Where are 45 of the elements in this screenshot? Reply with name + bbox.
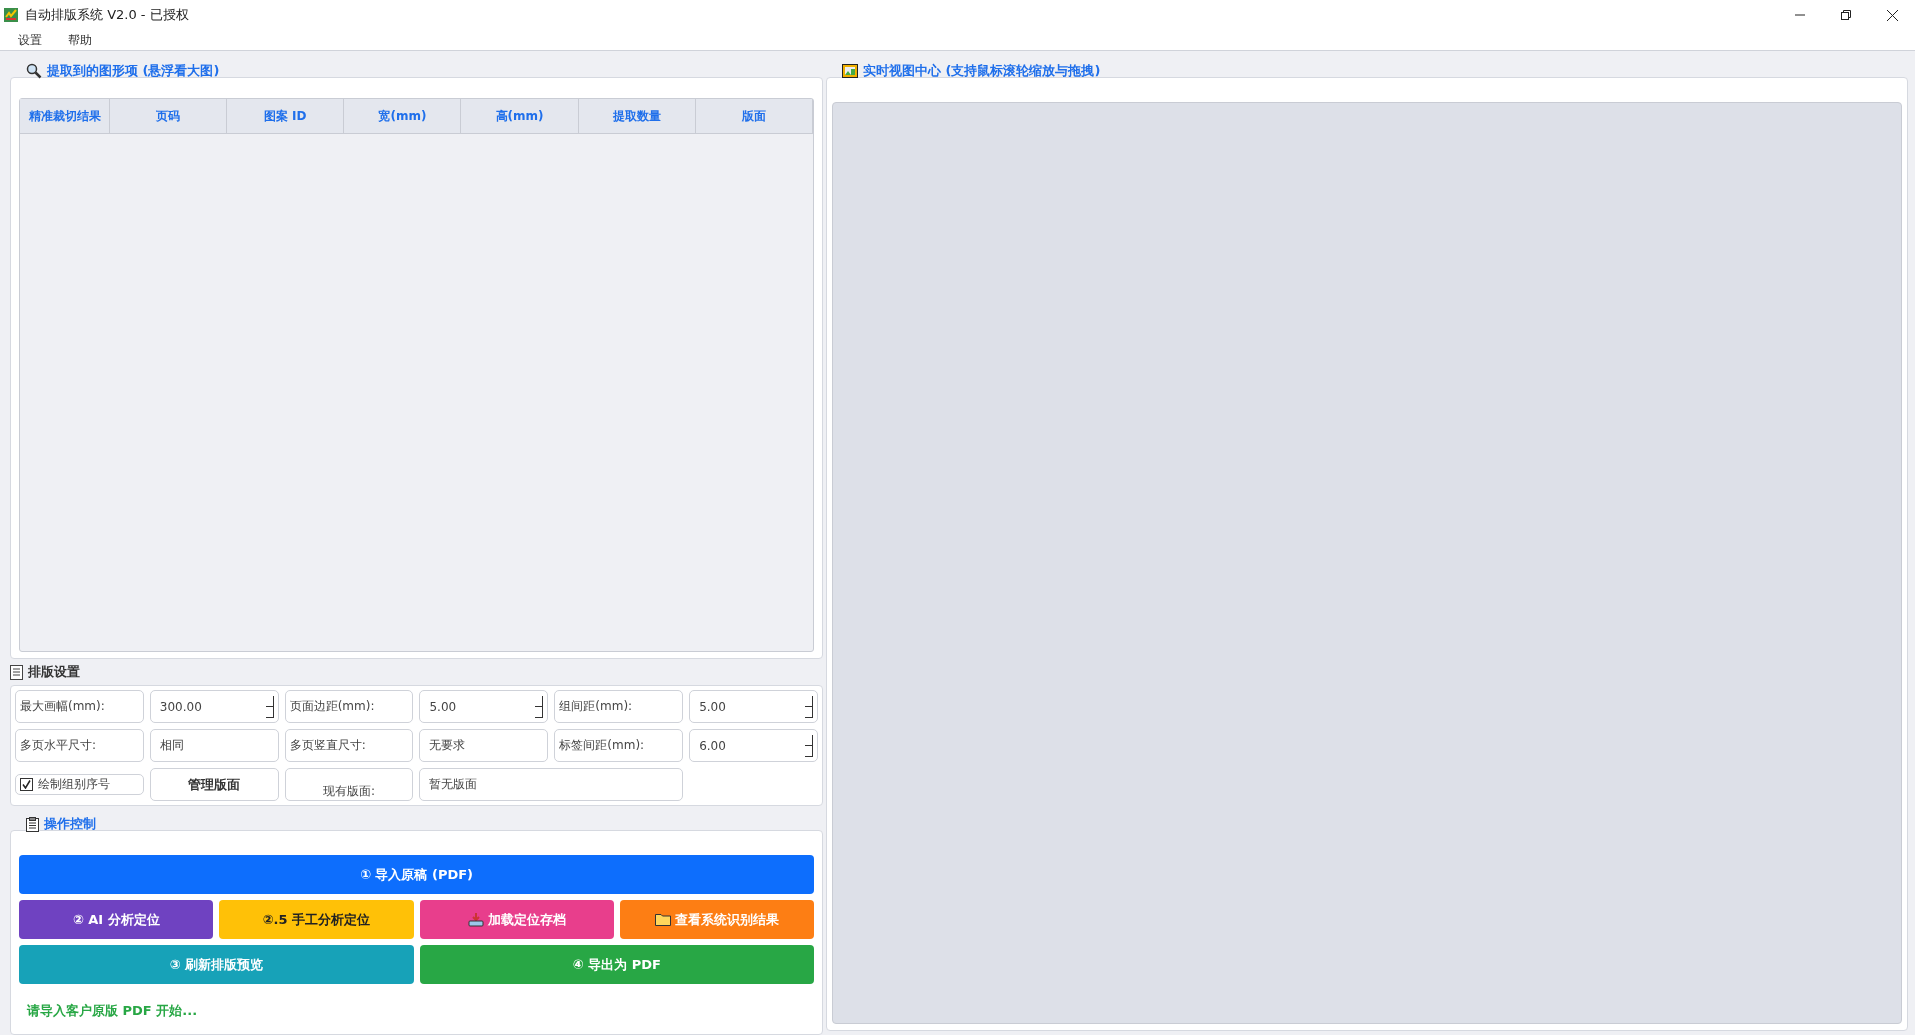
- folder-icon: [654, 913, 671, 926]
- restore-icon: [1841, 10, 1851, 20]
- field-label: 标签间距(mm):: [554, 729, 684, 762]
- action-button[interactable]: ② AI 分析定位: [19, 900, 214, 939]
- column-header[interactable]: 提取数量: [578, 99, 696, 133]
- checkbox[interactable]: [20, 778, 33, 791]
- picture-frame-icon: [842, 64, 858, 78]
- document-icon: [10, 664, 23, 680]
- app-icon: [4, 8, 18, 22]
- field-label: 现有版面:: [284, 768, 414, 801]
- spin-box[interactable]: 5.00: [419, 690, 549, 723]
- action-button[interactable]: 加载定位存档: [419, 900, 614, 939]
- spin-box[interactable]: 6.00: [689, 729, 818, 762]
- checkbox-label: 绘制组别序号: [38, 776, 110, 793]
- field-label: 组间距(mm):: [554, 690, 684, 723]
- field-label: 多页水平尺寸:: [15, 729, 144, 762]
- section-title: 排版设置: [28, 663, 80, 681]
- column-header[interactable]: 高(mm): [461, 99, 579, 133]
- section-title: 操作控制: [44, 815, 96, 833]
- input-field[interactable]: 相同: [149, 729, 279, 762]
- column-header[interactable]: 版面: [695, 99, 813, 133]
- spin-box[interactable]: 300.00: [149, 690, 279, 723]
- field-label: 最大画幅(mm):: [15, 690, 144, 723]
- close-icon: [1886, 9, 1898, 21]
- window-title: 自动排版系统 V2.0 - 已授权: [25, 6, 189, 24]
- action-button[interactable]: ① 导入原稿 (PDF): [19, 855, 814, 894]
- column-header[interactable]: 图案 ID: [227, 99, 345, 133]
- menu-item[interactable]: 帮助: [58, 30, 108, 50]
- input-field[interactable]: 无要求: [419, 729, 549, 762]
- field-label: 多页竖直尺寸:: [284, 729, 414, 762]
- search-icon: [26, 63, 42, 79]
- status-message: 请导入客户原版 PDF 开始...: [25, 1002, 199, 1020]
- group-title: 提取到的图形项 (悬浮看大图): [47, 62, 220, 80]
- checkbox-field[interactable]: 绘制组别序号: [15, 774, 144, 795]
- spin-box[interactable]: 5.00: [689, 690, 818, 723]
- manage-button[interactable]: 管理版面: [149, 768, 279, 801]
- input-field[interactable]: 暂无版面: [419, 768, 684, 801]
- tray-icon: [467, 912, 484, 927]
- column-header[interactable]: 页码: [110, 99, 228, 133]
- field-label: 页面边距(mm):: [284, 690, 414, 723]
- menu-item[interactable]: 设置: [8, 30, 58, 50]
- column-header[interactable]: 精准裁切结果: [20, 99, 110, 133]
- column-header[interactable]: 宽(mm): [344, 99, 462, 133]
- group-title: 实时视图中心 (支持鼠标滚轮缩放与拖拽): [863, 62, 1101, 80]
- action-button[interactable]: ②.5 手工分析定位: [219, 900, 414, 939]
